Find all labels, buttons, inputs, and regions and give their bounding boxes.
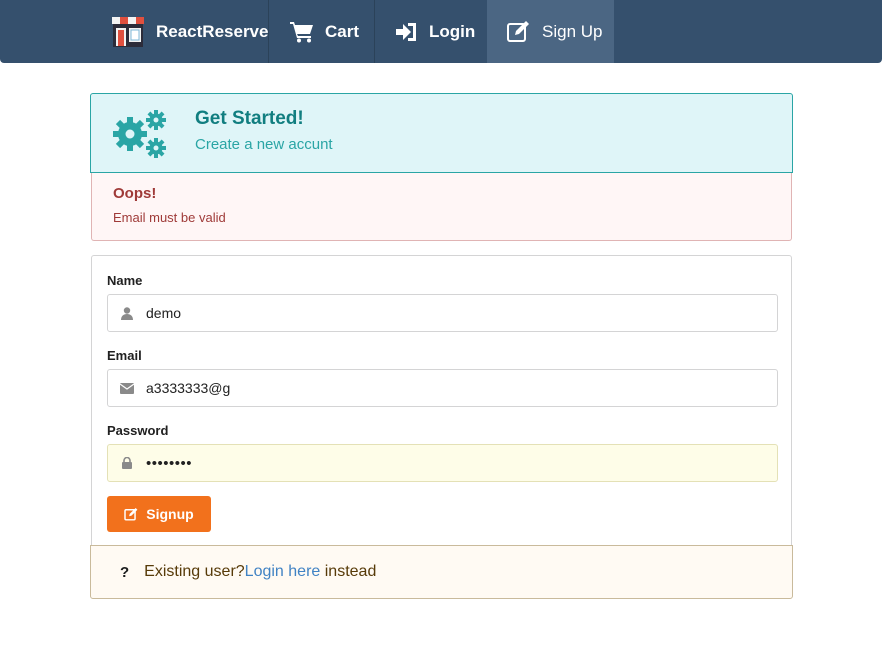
existing-user-message: ? Existing user? Login here instead <box>90 545 793 599</box>
existing-user-text: Existing user? <box>144 563 245 580</box>
brand-link[interactable]: ReactReserve <box>92 0 269 63</box>
nav-cart-label: Cart <box>325 21 360 41</box>
edit-icon <box>124 507 139 521</box>
login-link[interactable]: Login here <box>245 563 321 581</box>
settings-icon <box>112 108 170 165</box>
password-input[interactable]: •••••••• <box>107 444 778 482</box>
name-label: Name <box>107 273 143 288</box>
signup-form: Name demo Email a3333333@g Password ••••… <box>91 255 792 555</box>
help-icon: ? <box>120 563 130 581</box>
lock-icon <box>108 457 146 469</box>
brand-label: ReactReserve <box>156 21 269 41</box>
nav-cart[interactable]: Cart <box>269 0 375 63</box>
cart-icon <box>290 21 314 43</box>
nav-signup[interactable]: Sign Up <box>487 0 614 63</box>
sign-in-icon <box>396 22 418 42</box>
envelope-icon <box>108 382 146 394</box>
get-started-message: Get Started! Create a new accunt <box>90 93 793 173</box>
signup-button-label: Signup <box>146 506 194 522</box>
user-icon <box>108 306 146 320</box>
page-title: Get Started! <box>195 108 304 129</box>
error-title: Oops! <box>113 185 157 202</box>
top-navbar: ReactReserve Cart Login Sign Up <box>0 0 882 63</box>
signup-button[interactable]: Signup <box>107 496 211 532</box>
edit-icon <box>507 20 531 43</box>
email-label: Email <box>107 348 142 363</box>
page-subtitle: Create a new accunt <box>195 136 333 153</box>
error-text: Email must be valid <box>113 210 226 225</box>
nav-login-label: Login <box>429 21 476 41</box>
instead-text: instead <box>320 563 377 580</box>
password-label: Password <box>107 423 169 438</box>
nav-login[interactable]: Login <box>375 0 487 63</box>
storefront-icon <box>111 16 145 48</box>
name-value: demo <box>146 305 182 321</box>
error-message: Oops! Email must be valid <box>91 173 792 241</box>
email-value: a3333333@g <box>146 380 231 396</box>
email-input[interactable]: a3333333@g <box>107 369 778 407</box>
nav-signup-label: Sign Up <box>542 21 603 41</box>
password-value: •••••••• <box>146 454 193 472</box>
name-input[interactable]: demo <box>107 294 778 332</box>
